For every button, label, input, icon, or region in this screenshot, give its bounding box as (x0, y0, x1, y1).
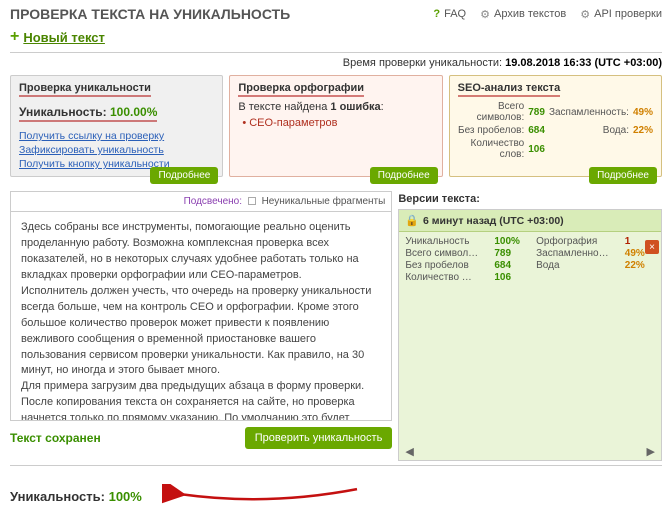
panel-title: Проверка уникальности (19, 82, 151, 97)
panel-links: Получить ссылку на проверку Зафиксироват… (19, 130, 214, 170)
orfo-summary: В тексте найдена 1 ошибка: (238, 101, 433, 113)
versions-box: 🔒 6 минут назад (UTC +03:00) × Уникально… (398, 209, 662, 461)
text-content: Здесь собраны все инструменты, помогающи… (10, 211, 392, 421)
link-get-url[interactable]: Получить ссылку на проверку (19, 130, 214, 142)
new-text-row: + Новый текст (0, 26, 672, 52)
uniqueness-value: Уникальность: 100.00% (19, 105, 157, 122)
help-icon: ? (433, 8, 440, 20)
panel-title: SEO-анализ текста (458, 82, 561, 97)
close-icon[interactable]: × (645, 240, 659, 254)
faq-link[interactable]: ?FAQ (433, 8, 466, 21)
scroll-right-icon[interactable]: ▶ (647, 445, 655, 458)
new-text-link[interactable]: Новый текст (23, 30, 105, 45)
versions-title: Версии текста: (398, 191, 662, 209)
scroll-left-icon[interactable]: ◀ (405, 445, 413, 458)
more-button[interactable]: Подробнее (370, 167, 438, 184)
link-fix[interactable]: Зафиксировать уникальность (19, 144, 214, 156)
page-title: ПРОВЕРКА ТЕКСТА НА УНИКАЛЬНОСТЬ (10, 6, 290, 22)
version-stats: Уникальность100% Орфография1 Всего симво… (399, 232, 661, 287)
gear-icon: ⚙ (480, 8, 490, 21)
api-link[interactable]: ⚙API проверки (580, 8, 662, 21)
timestamp: Время проверки уникальности: 19.08.2018 … (0, 53, 672, 75)
legend-swatch (248, 197, 256, 205)
header-links: ?FAQ ⚙Архив текстов ⚙API проверки (433, 8, 662, 21)
plus-icon: + (10, 28, 19, 46)
more-button[interactable]: Подробнее (150, 167, 218, 184)
panel-title: Проверка орфографии (238, 82, 364, 97)
bottom-result: Уникальность: 100% (0, 466, 672, 518)
lock-icon: 🔒 (405, 214, 419, 227)
bottom-uniqueness: Уникальность: 100% (10, 489, 142, 504)
saved-status: Текст сохранен (10, 431, 101, 445)
highlight-bar: Подсвечено: Неуникальные фрагменты (10, 191, 392, 211)
orfo-error-item: • СЕО-параметров (242, 117, 433, 129)
version-header[interactable]: 🔒 6 минут назад (UTC +03:00) (399, 210, 661, 232)
panel-seo: SEO-анализ текста Всего символов:789 Зас… (449, 75, 662, 177)
arrow-annotation-icon (162, 484, 372, 508)
panel-uniqueness: Проверка уникальности Уникальность: 100.… (10, 75, 223, 177)
more-button[interactable]: Подробнее (589, 167, 657, 184)
archive-link[interactable]: ⚙Архив текстов (480, 8, 566, 21)
gear-icon: ⚙ (580, 8, 590, 21)
panel-orthography: Проверка орфографии В тексте найдена 1 о… (229, 75, 442, 177)
check-button[interactable]: Проверить уникальность (245, 427, 393, 449)
